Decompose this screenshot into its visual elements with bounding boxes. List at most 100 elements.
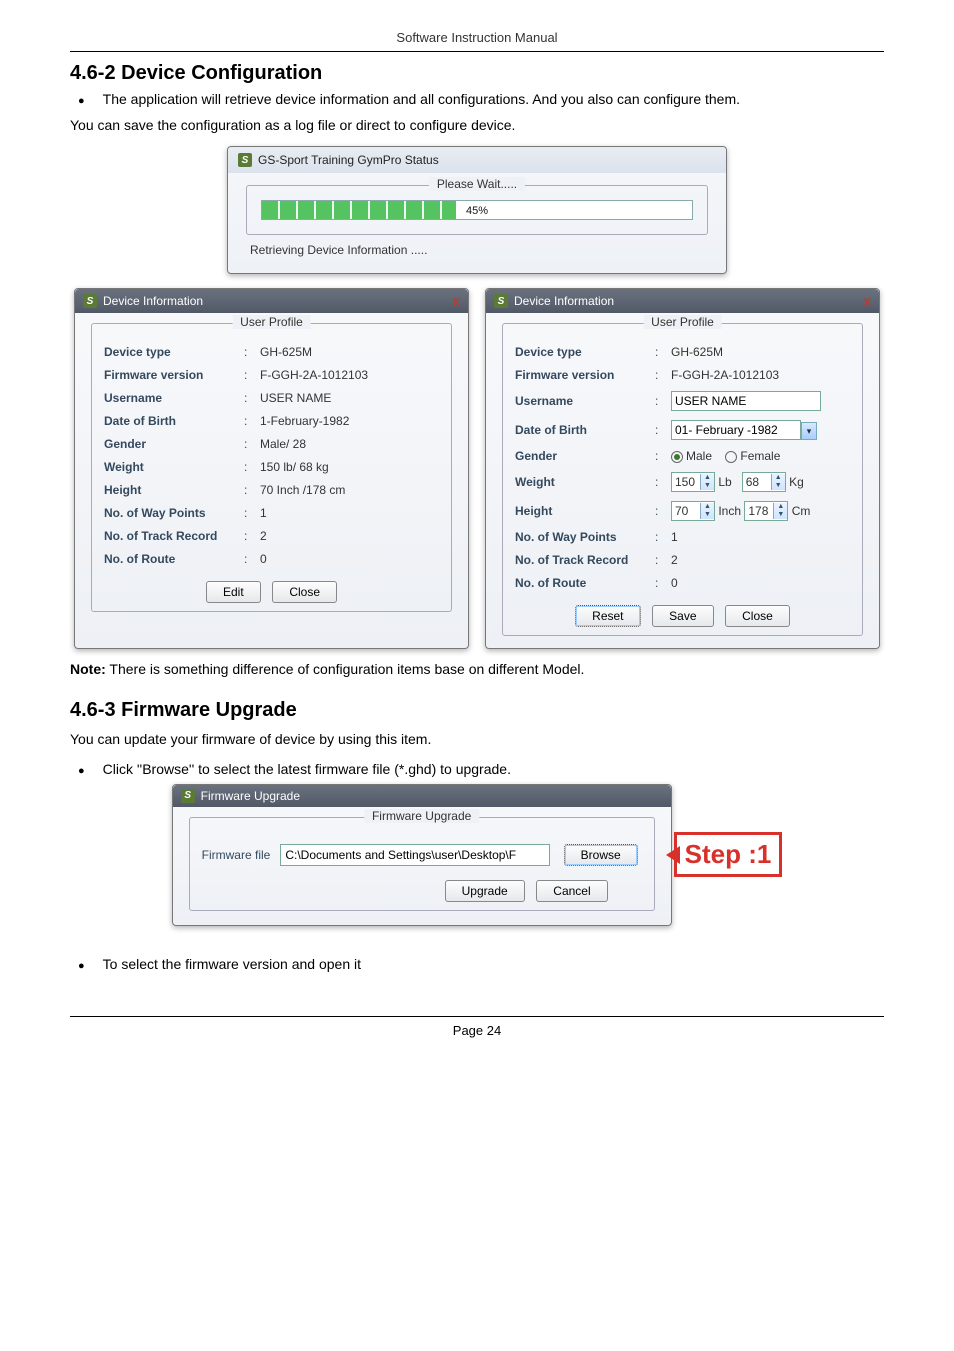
dialog-title: Device Information bbox=[103, 294, 203, 308]
value-route: 0 bbox=[260, 552, 439, 566]
firmware-upgrade-dialog: S Firmware Upgrade Firmware Upgrade Firm… bbox=[172, 784, 672, 926]
paragraph: You can update your firmware of device b… bbox=[70, 728, 884, 750]
close-icon[interactable]: x bbox=[863, 293, 871, 309]
label-waypoints: No. of Way Points bbox=[104, 506, 244, 520]
bullet-line: ● The application will retrieve device i… bbox=[70, 91, 884, 111]
bullet-text: To select the firmware version and open … bbox=[103, 956, 361, 972]
value-device-type: GH-625M bbox=[671, 345, 850, 359]
dob-input[interactable] bbox=[671, 420, 801, 440]
label-route: No. of Route bbox=[104, 552, 244, 566]
edit-button[interactable]: Edit bbox=[206, 581, 261, 603]
label-device-type: Device type bbox=[515, 345, 655, 359]
close-icon[interactable]: x bbox=[452, 293, 460, 309]
label-gender: Gender bbox=[104, 437, 244, 451]
paragraph: You can save the configuration as a log … bbox=[70, 114, 884, 136]
firmware-file-label: Firmware file bbox=[202, 848, 271, 862]
value-waypoints: 1 bbox=[671, 530, 850, 544]
radio-female-label: Female bbox=[740, 449, 780, 463]
label-username: Username bbox=[515, 394, 655, 408]
unit-kg: Kg bbox=[789, 475, 804, 489]
unit-inch: Inch bbox=[718, 504, 741, 518]
value-track: 2 bbox=[671, 553, 850, 567]
label-dob: Date of Birth bbox=[515, 423, 655, 437]
page-footer: Page 24 bbox=[70, 1016, 884, 1038]
bullet-icon: ● bbox=[78, 956, 85, 976]
value-fw-version: F-GGH-2A-1012103 bbox=[671, 368, 850, 382]
cancel-button[interactable]: Cancel bbox=[536, 880, 607, 902]
app-icon: S bbox=[181, 789, 195, 803]
status-group-label: Please Wait..... bbox=[429, 177, 525, 191]
label-dob: Date of Birth bbox=[104, 414, 244, 428]
height-cm-spinner[interactable]: 178▲▼ bbox=[744, 501, 788, 521]
label-gender: Gender bbox=[515, 449, 655, 463]
value-fw-version: F-GGH-2A-1012103 bbox=[260, 368, 439, 382]
status-titlebar: S GS-Sport Training GymPro Status bbox=[228, 147, 726, 173]
unit-lb: Lb bbox=[718, 475, 731, 489]
label-height: Height bbox=[515, 504, 655, 518]
status-dialog: S GS-Sport Training GymPro Status Please… bbox=[227, 146, 727, 274]
reset-button[interactable]: Reset bbox=[575, 605, 640, 627]
label-waypoints: No. of Way Points bbox=[515, 530, 655, 544]
save-button[interactable]: Save bbox=[652, 605, 713, 627]
weight-lb-spinner[interactable]: 150▲▼ bbox=[671, 472, 715, 492]
dialog-title: Firmware Upgrade bbox=[201, 789, 300, 803]
label-route: No. of Route bbox=[515, 576, 655, 590]
section-heading-firmware: 4.6-3 Firmware Upgrade bbox=[70, 699, 884, 722]
arrow-left-icon bbox=[666, 846, 680, 864]
step-callout: Step :1 bbox=[674, 832, 783, 877]
progress-bar: 45% bbox=[261, 200, 693, 220]
app-icon: S bbox=[83, 294, 97, 308]
close-button[interactable]: Close bbox=[272, 581, 337, 603]
label-height: Height bbox=[104, 483, 244, 497]
status-title: GS-Sport Training GymPro Status bbox=[258, 153, 439, 167]
radio-female[interactable] bbox=[725, 451, 737, 463]
app-icon: S bbox=[494, 294, 508, 308]
note-bold: Note: bbox=[70, 661, 106, 677]
value-track: 2 bbox=[260, 529, 439, 543]
label-track: No. of Track Record bbox=[515, 553, 655, 567]
value-route: 0 bbox=[671, 576, 850, 590]
device-info-dialog-editable: S Device Information x User Profile Devi… bbox=[485, 288, 880, 649]
label-device-type: Device type bbox=[104, 345, 244, 359]
note-text: There is something difference of configu… bbox=[106, 661, 585, 677]
radio-male-label: Male bbox=[686, 449, 712, 463]
note-line: Note: There is something difference of c… bbox=[70, 661, 884, 677]
label-username: Username bbox=[104, 391, 244, 405]
bullet-icon: ● bbox=[78, 761, 85, 781]
page-header: Software Instruction Manual bbox=[70, 30, 884, 52]
progress-text: 45% bbox=[262, 201, 692, 219]
value-dob: 1-February-1982 bbox=[260, 414, 439, 428]
value-username: USER NAME bbox=[260, 391, 439, 405]
firmware-file-input[interactable] bbox=[280, 844, 549, 866]
status-footer: Retrieving Device Information ..... bbox=[246, 235, 708, 259]
weight-kg-spinner[interactable]: 68▲▼ bbox=[742, 472, 786, 492]
group-label: User Profile bbox=[232, 315, 311, 329]
label-fw-version: Firmware version bbox=[515, 368, 655, 382]
chevron-down-icon[interactable]: ▾ bbox=[801, 422, 817, 440]
bullet-text: The application will retrieve device inf… bbox=[103, 91, 740, 107]
close-button[interactable]: Close bbox=[725, 605, 790, 627]
bullet-icon: ● bbox=[78, 91, 85, 111]
unit-cm: Cm bbox=[792, 504, 811, 518]
value-waypoints: 1 bbox=[260, 506, 439, 520]
upgrade-button[interactable]: Upgrade bbox=[445, 880, 525, 902]
radio-male[interactable] bbox=[671, 451, 683, 463]
value-device-type: GH-625M bbox=[260, 345, 439, 359]
label-weight: Weight bbox=[104, 460, 244, 474]
group-label: Firmware Upgrade bbox=[364, 809, 479, 823]
app-icon: S bbox=[238, 153, 252, 167]
username-input[interactable] bbox=[671, 391, 821, 411]
label-weight: Weight bbox=[515, 475, 655, 489]
value-height: 70 Inch /178 cm bbox=[260, 483, 439, 497]
height-inch-spinner[interactable]: 70▲▼ bbox=[671, 501, 715, 521]
group-label: User Profile bbox=[643, 315, 722, 329]
device-info-dialog-readonly: S Device Information x User Profile Devi… bbox=[74, 288, 469, 649]
value-weight: 150 lb/ 68 kg bbox=[260, 460, 439, 474]
value-gender: Male/ 28 bbox=[260, 437, 439, 451]
browse-button[interactable]: Browse bbox=[564, 844, 638, 866]
dialog-title: Device Information bbox=[514, 294, 614, 308]
label-fw-version: Firmware version bbox=[104, 368, 244, 382]
bullet-line: ● Click ''Browse'' to select the latest … bbox=[70, 761, 884, 781]
bullet-text: Click ''Browse'' to select the latest fi… bbox=[103, 761, 511, 777]
bullet-line: ● To select the firmware version and ope… bbox=[70, 956, 884, 976]
